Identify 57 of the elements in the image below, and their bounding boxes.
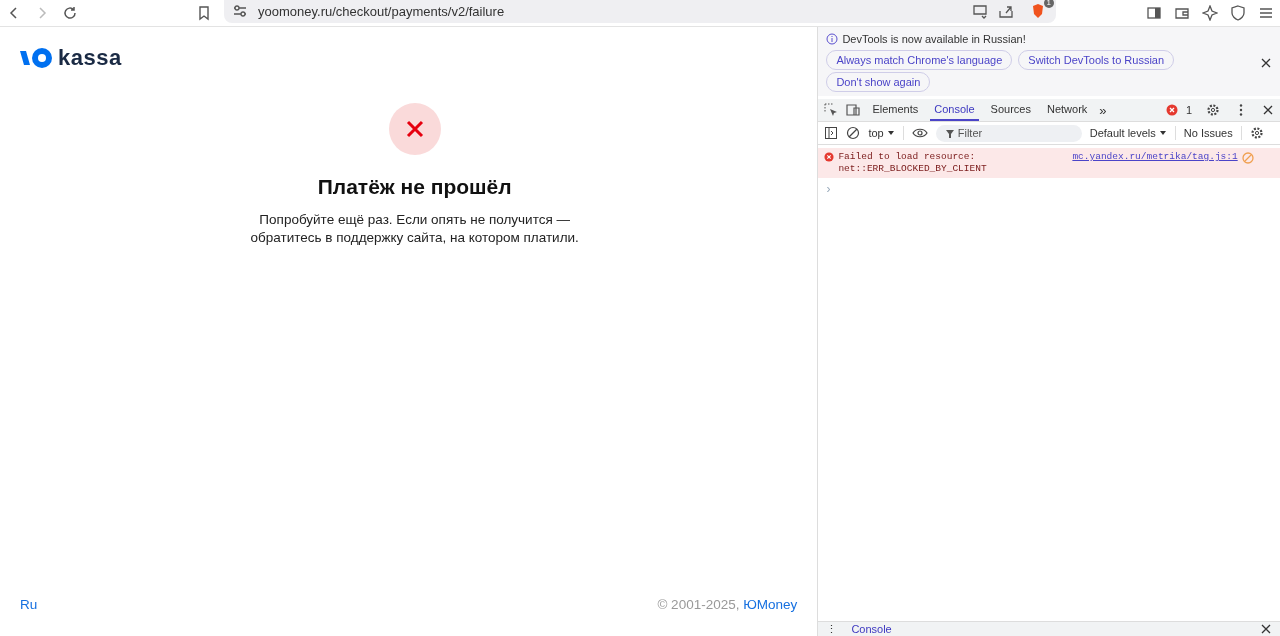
devtools-tab[interactable]: Network (1042, 99, 1092, 121)
close-icon[interactable] (1262, 104, 1274, 116)
logo-text: kassa (58, 45, 122, 71)
address-bar[interactable]: yoomoney.ru/checkout/payments/v2/failure 1 (224, 0, 1056, 23)
more-tabs[interactable]: » (1099, 102, 1107, 118)
filter-icon (944, 128, 955, 139)
sidebar-toggle-icon[interactable] (824, 126, 839, 140)
failure-message: Попробуйте ещё раз. Если опять не получится — обратитесь в поддержку сайта, на котором платили. (249, 211, 580, 247)
sliders-icon[interactable] (232, 3, 248, 19)
levels-dropdown[interactable]: Default levels (1089, 127, 1167, 139)
banner-text: DevTools is now available in Russian! (842, 33, 1026, 45)
banner-button[interactable]: Don't show again (826, 72, 931, 92)
filter-field[interactable]: Filter (935, 124, 1082, 142)
caret-icon (1158, 129, 1167, 137)
close-icon[interactable] (1260, 57, 1272, 69)
error-icon (388, 103, 441, 155)
issues-text[interactable]: No Issues (1183, 127, 1233, 139)
devtools-tab[interactable]: Console (930, 99, 979, 121)
settings-icon[interactable] (1206, 103, 1220, 117)
error-icon (1165, 104, 1178, 116)
devtools-tab[interactable]: Elements (868, 99, 923, 121)
bookmark-icon[interactable] (196, 5, 212, 21)
logo-icon (20, 47, 54, 69)
caret-icon (886, 129, 895, 137)
copyright-text: © 2001-2025, (657, 597, 740, 612)
error-count[interactable]: 1 (1185, 104, 1192, 116)
wallet-icon[interactable] (1174, 5, 1190, 21)
reload-icon[interactable] (62, 5, 78, 21)
close-icon[interactable] (1260, 623, 1272, 635)
failure-title: Платёж не прошёл (317, 175, 512, 199)
vpn-shield-icon[interactable] (1230, 5, 1246, 21)
blocked-icon (1241, 152, 1254, 164)
sparkle-icon[interactable] (1202, 5, 1218, 21)
language-link[interactable]: Ru (20, 597, 38, 612)
lion-shield-icon[interactable] (1030, 3, 1046, 19)
drawer-menu[interactable]: ⋮ (826, 622, 838, 636)
screen-download-icon[interactable] (972, 3, 988, 19)
clear-icon[interactable] (846, 126, 861, 140)
device-icon[interactable] (846, 103, 861, 117)
error-message: Failed to load resource: net::ERR_BLOCKED_BY_CLIENT (838, 151, 988, 175)
sidebar-icon[interactable] (1146, 5, 1162, 21)
share-icon[interactable] (998, 3, 1014, 19)
source-link[interactable]: mc.yandex.ru/metrika/tag.js:1 (1072, 151, 1238, 162)
error-icon (824, 152, 835, 162)
banner-button[interactable]: Switch DevTools to Russian (1018, 50, 1175, 70)
url-text: yoomoney.ru/checkout/payments/v2/failure (258, 3, 505, 19)
menu-icon[interactable] (1258, 5, 1274, 21)
eye-icon[interactable] (911, 127, 928, 139)
brand-link[interactable]: ЮMoney (743, 597, 798, 612)
shield-count-badge: 1 (1043, 0, 1054, 8)
inspect-icon[interactable] (824, 103, 839, 117)
drawer-tab[interactable]: Console (851, 622, 892, 636)
context-dropdown[interactable]: top (868, 127, 895, 139)
devtools-tab[interactable]: Sources (986, 99, 1035, 121)
banner-button[interactable]: Always match Chrome's language (826, 50, 1013, 70)
info-icon (826, 33, 839, 45)
settings-icon[interactable] (1249, 126, 1264, 140)
